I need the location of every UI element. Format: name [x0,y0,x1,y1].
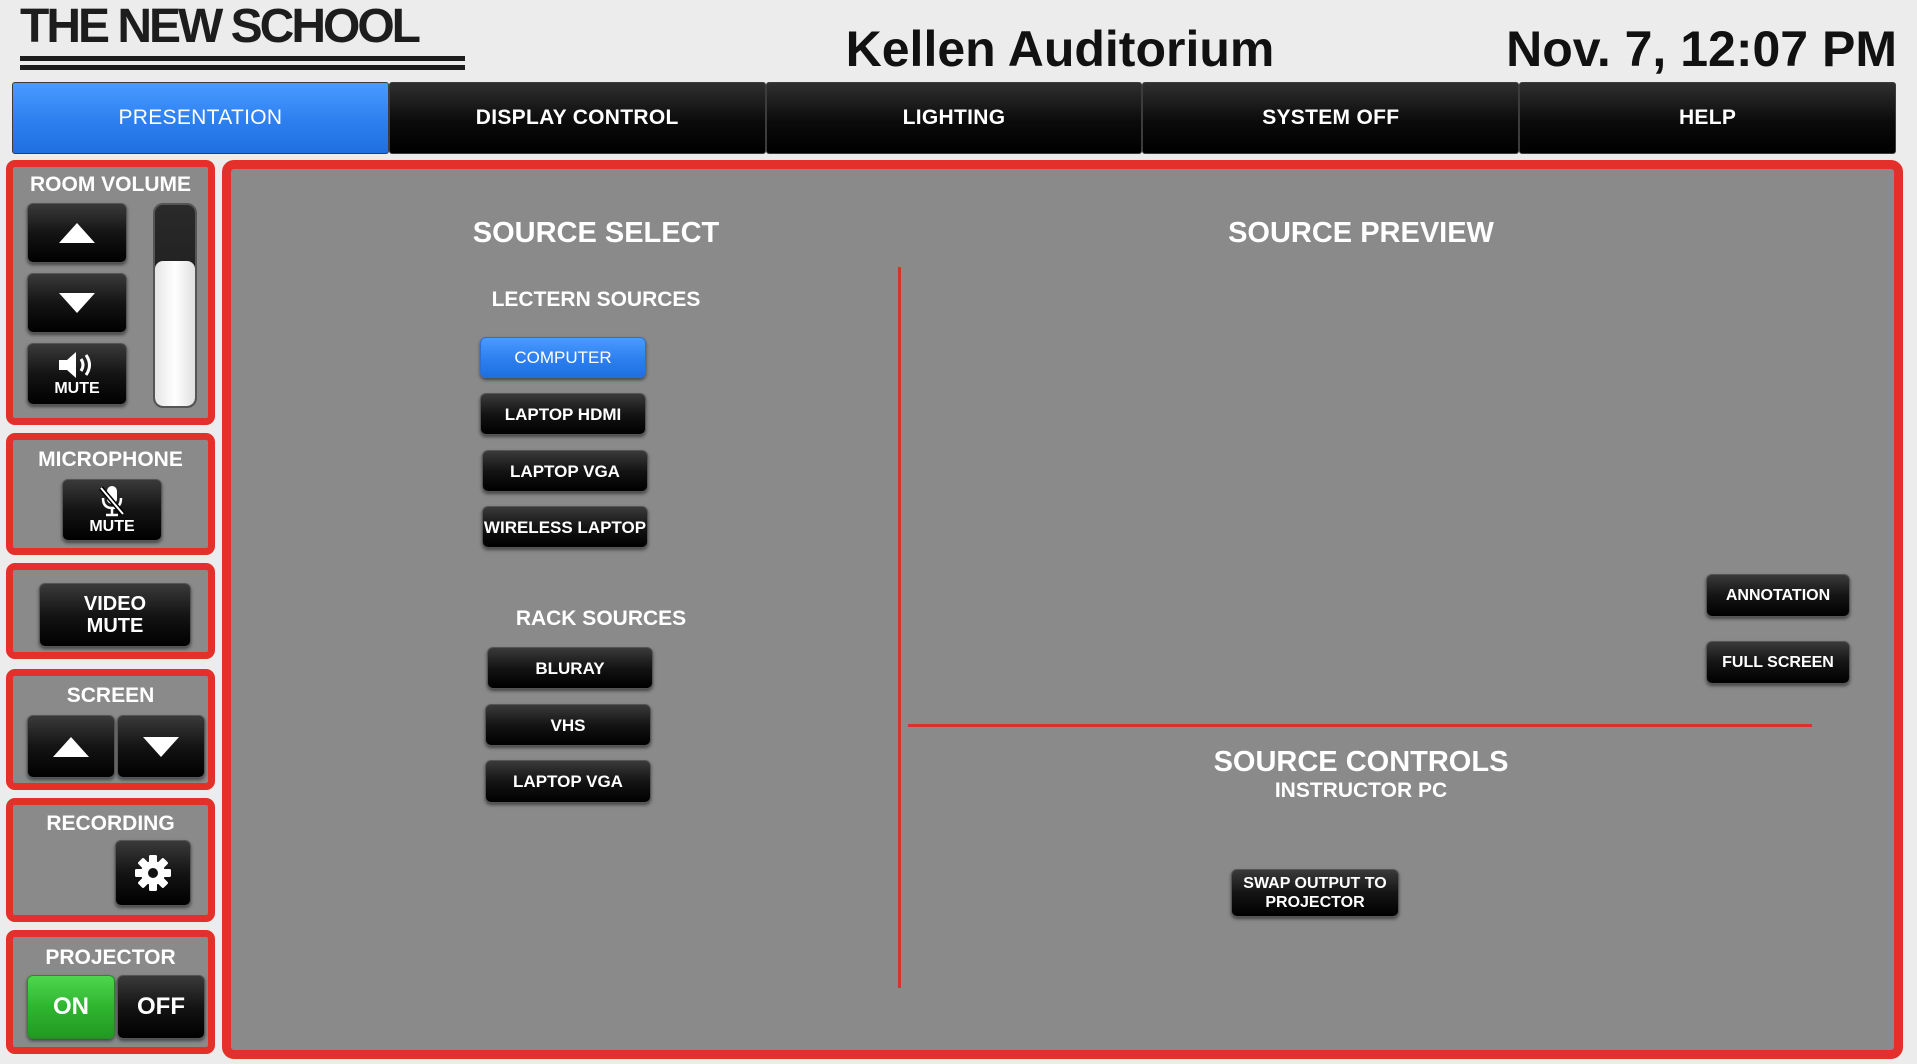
tab-system-off[interactable]: SYSTEM OFF [1142,82,1520,154]
recording-settings-button[interactable] [115,840,191,906]
arrow-up-icon [53,736,89,757]
arrow-down-icon [143,736,179,757]
room-volume-label: ROOM VOLUME [30,173,191,196]
source-vhs-button[interactable]: VHS [485,704,651,746]
main-tabs: PRESENTATION DISPLAY CONTROL LIGHTING SY… [12,82,1896,154]
video-mute-button[interactable]: VIDEO MUTE [39,583,191,647]
recording-label: RECORDING [46,812,175,835]
source-laptop-hdmi-button[interactable]: LAPTOP HDMI [480,393,646,435]
column-divider [898,267,901,988]
microphone-mute-label: MUTE [89,518,135,535]
screen-panel: SCREEN [6,669,215,790]
annotation-button[interactable]: ANNOTATION [1706,574,1850,617]
screen-down-button[interactable] [117,715,205,778]
arrow-up-icon [59,223,95,243]
logo-rule [20,56,465,61]
volume-slider-fill [155,261,195,406]
lectern-sources-heading: LECTERN SOURCES [491,288,701,311]
room-volume-panel: ROOM VOLUME MUTE [6,160,215,425]
swap-output-button[interactable]: SWAP OUTPUT TO PROJECTOR [1231,869,1399,917]
logo-text: THE NEW SCHOOL [20,0,421,53]
gear-icon [135,855,171,891]
video-mute-panel: VIDEO MUTE [6,563,215,659]
tab-display-control[interactable]: DISPLAY CONTROL [388,82,766,154]
volume-mute-button[interactable]: MUTE [27,343,127,405]
swap-output-line2: PROJECTOR [1265,894,1365,911]
logo-rule [20,65,465,70]
tab-lighting[interactable]: LIGHTING [765,82,1143,154]
volume-up-button[interactable] [27,203,127,263]
rack-sources-heading: RACK SOURCES [515,607,687,630]
tab-presentation[interactable]: PRESENTATION [12,82,389,154]
swap-output-line1: SWAP OUTPUT TO [1243,875,1387,892]
source-select-title: SOURCE SELECT [472,217,720,249]
microphone-panel: MICROPHONE MUTE [6,433,215,555]
arrow-down-icon [59,293,95,313]
source-preview-area [921,267,1821,735]
tab-help[interactable]: HELP [1519,82,1896,154]
datetime: Nov. 7, 12:07 PM [1506,21,1897,77]
source-controls-subtitle: INSTRUCTOR PC [1274,779,1448,802]
source-wireless-laptop-button[interactable]: WIRELESS LAPTOP [482,506,648,548]
source-rack-laptop-vga-button[interactable]: LAPTOP VGA [485,760,651,803]
video-mute-line1: VIDEO [83,593,147,615]
volume-down-button[interactable] [27,273,127,333]
source-controls-title: SOURCE CONTROLS [1213,746,1509,778]
projector-label: PROJECTOR [45,946,176,969]
screen-label: SCREEN [66,684,155,707]
new-school-logo: THE NEW SCHOOL [20,2,470,72]
projector-on-button[interactable]: ON [27,975,115,1039]
screen-up-button[interactable] [27,715,115,778]
volume-mute-label: MUTE [54,380,100,397]
full-screen-button[interactable]: FULL SCREEN [1706,641,1850,684]
microphone-label: MICROPHONE [38,448,183,471]
projector-panel: PROJECTOR ON OFF [6,930,215,1054]
speaker-icon [59,352,91,378]
source-preview-title: SOURCE PREVIEW [1228,217,1494,249]
volume-slider[interactable] [153,203,197,408]
microphone-muted-icon [99,486,125,517]
main-content-panel: SOURCE SELECT LECTERN SOURCES COMPUTER L… [222,160,1903,1059]
source-laptop-vga-button[interactable]: LAPTOP VGA [482,450,648,492]
source-computer-button[interactable]: COMPUTER [480,337,646,378]
preview-divider [908,724,1812,727]
projector-off-button[interactable]: OFF [117,975,205,1039]
video-mute-line2: MUTE [86,615,144,637]
source-bluray-button[interactable]: BLURAY [487,647,653,689]
recording-panel: RECORDING [6,798,215,922]
room-name: Kellen Auditorium [845,21,1275,77]
microphone-mute-button[interactable]: MUTE [62,479,162,541]
